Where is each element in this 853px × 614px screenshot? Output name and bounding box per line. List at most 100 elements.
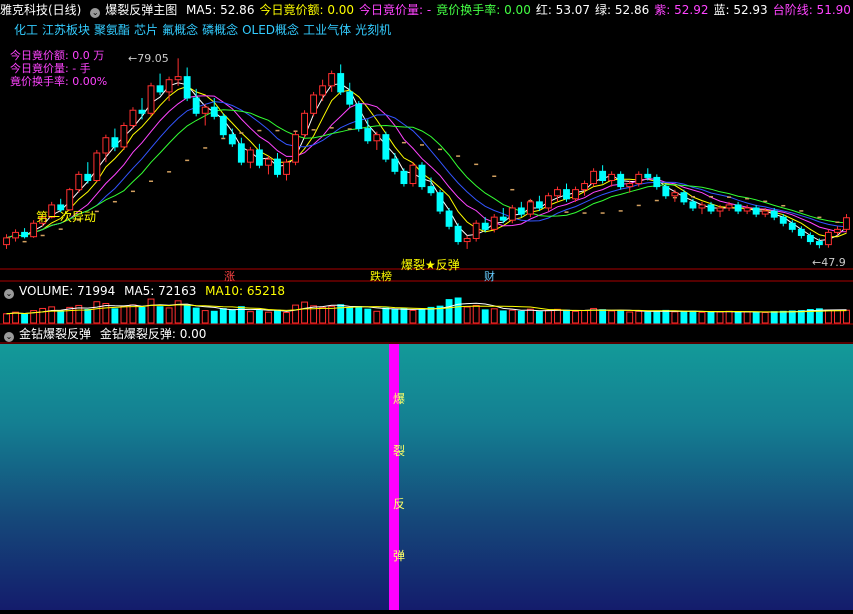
candle-body <box>644 173 652 178</box>
volume-bar <box>499 310 507 324</box>
volume-bar <box>192 307 200 324</box>
volume-bar <box>364 308 372 324</box>
volume-bar <box>183 305 191 324</box>
candle-body <box>599 170 607 181</box>
volume-bar <box>156 306 164 324</box>
volume-bar <box>255 310 263 324</box>
volume-bar <box>102 302 110 324</box>
candle-body <box>274 158 281 175</box>
volume-bar <box>834 310 841 324</box>
volume-ma10: MA10: 65218 <box>205 284 286 298</box>
volume-ma5: MA5: 72163 <box>124 284 197 298</box>
candle-body <box>219 115 227 136</box>
candle-body <box>346 91 354 105</box>
volume-bar <box>698 311 706 324</box>
candle-body <box>797 228 805 236</box>
signal-char: 爆 <box>393 392 406 406</box>
candle-body <box>138 109 146 114</box>
chevron-down-icon[interactable]: ⌄ <box>4 332 14 342</box>
candle-body <box>671 192 679 197</box>
candle-body <box>716 207 724 212</box>
candle-body <box>265 158 272 166</box>
volume-bar <box>743 311 751 324</box>
volume-bar <box>508 309 516 324</box>
candle-body <box>364 128 372 142</box>
candle-body <box>84 173 92 181</box>
volume-bar <box>301 301 309 324</box>
volume-bar <box>346 307 354 324</box>
volume-bar <box>373 310 381 324</box>
volume-bar <box>409 309 417 324</box>
volume-bar <box>66 306 74 324</box>
volume-bar <box>165 307 173 324</box>
volume-bar <box>472 304 480 324</box>
candle-body <box>436 192 444 212</box>
candle-body <box>554 189 561 197</box>
indicator-panel-value: 金钻爆裂反弹: 0.00 <box>99 327 207 341</box>
marker-dieting[interactable]: 跌榜 <box>370 268 392 284</box>
volume-bar <box>210 310 218 324</box>
candle-body <box>328 73 336 87</box>
volume-bar <box>563 309 570 324</box>
signal-bar <box>389 344 399 610</box>
volume-bar <box>797 310 805 324</box>
chevron-down-icon[interactable]: ⌄ <box>4 289 14 299</box>
candle-body <box>770 210 778 218</box>
volume-bar <box>544 310 552 324</box>
candle-body <box>93 152 101 181</box>
candle-body <box>526 201 534 215</box>
candle-body <box>815 241 823 246</box>
volume-bar <box>734 311 742 324</box>
volume-bar <box>454 297 462 324</box>
candle-body <box>517 207 525 215</box>
candle-body <box>445 210 453 227</box>
candle-body <box>752 207 760 215</box>
volume-bar <box>617 310 625 324</box>
volume-bar <box>391 308 399 324</box>
marker-cai[interactable]: 财 <box>484 268 495 284</box>
candle-body <box>481 222 489 230</box>
candle-body <box>698 204 706 209</box>
volume-bar <box>129 304 137 324</box>
candle-body <box>292 134 299 163</box>
candle-body <box>355 103 363 130</box>
candle-body <box>572 189 579 200</box>
candle-body <box>761 210 769 215</box>
candle-body <box>147 85 155 114</box>
candle-body <box>337 73 345 93</box>
candle-body <box>174 76 182 81</box>
candle-body <box>535 201 543 209</box>
volume-label: VOLUME: 71994 <box>19 284 116 298</box>
volume-bar <box>445 299 453 324</box>
volume-bar <box>716 311 724 324</box>
candle-body <box>454 225 462 243</box>
marker-zhang[interactable]: 涨 <box>224 268 235 284</box>
volume-bar <box>463 306 471 324</box>
candle-body <box>734 204 742 212</box>
candle-body <box>824 231 832 246</box>
indicator-header: ⌄ 金钻爆裂反弹 金钻爆裂反弹: 0.00 <box>0 326 853 342</box>
volume-bar <box>57 310 65 324</box>
volume-bar <box>48 306 56 324</box>
candle-body <box>129 109 137 127</box>
candle-body <box>617 173 625 188</box>
candle-body <box>662 186 670 197</box>
volume-bar <box>581 310 588 324</box>
volume-bar <box>292 304 299 324</box>
volume-bar <box>246 311 254 324</box>
signal-char: 裂 <box>393 444 406 458</box>
volume-bar <box>490 308 498 324</box>
candle-body <box>156 85 164 93</box>
candle-body <box>635 173 643 185</box>
candle-body <box>725 204 733 209</box>
low-price-value: 47.9 <box>821 256 846 269</box>
volume-bar <box>653 310 661 324</box>
signal-char: 反 <box>393 497 406 511</box>
candle-body <box>499 216 507 221</box>
volume-bar <box>725 310 733 324</box>
volume-bar <box>662 309 670 324</box>
low-price-label: ←47.9 <box>812 256 846 269</box>
candle-body <box>608 173 616 181</box>
candle-body <box>418 164 426 188</box>
volume-bar <box>689 310 697 324</box>
